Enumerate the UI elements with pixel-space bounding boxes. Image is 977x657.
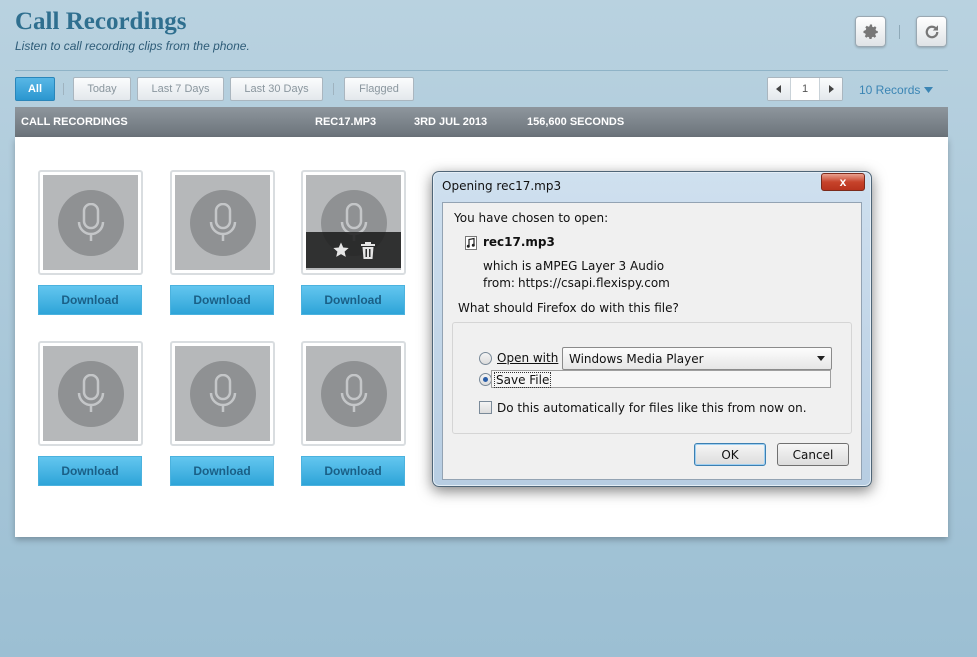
download-button[interactable]: Download [170, 456, 274, 486]
ok-button[interactable]: OK [694, 443, 766, 466]
recording-thumbnail [43, 175, 138, 270]
recording-card[interactable] [38, 341, 143, 446]
current-file-label: REC17.MP3 [315, 116, 377, 128]
download-button[interactable]: Download [170, 285, 274, 315]
download-button[interactable]: Download [38, 456, 142, 486]
refresh-button[interactable] [916, 16, 947, 47]
open-with-label[interactable]: Open with [497, 351, 558, 365]
cancel-button[interactable]: Cancel [777, 443, 849, 466]
header-rule [15, 70, 948, 71]
file-type-value: MPEG Layer 3 Audio [543, 259, 665, 273]
page-subtitle: Listen to call recording clips from the … [15, 39, 250, 53]
file-type-label: which is a: [483, 259, 547, 273]
dialog-filename: rec17.mp3 [483, 235, 555, 249]
star-icon[interactable] [332, 241, 350, 259]
dialog-body: You have chosen to open: rec17.mp3 which… [442, 202, 862, 480]
section-label: CALL RECORDINGS [21, 116, 128, 128]
recording-thumbnail [175, 175, 270, 270]
prev-page-button[interactable] [768, 78, 790, 100]
recording-card[interactable] [170, 170, 275, 275]
recording-card-hovered[interactable] [301, 170, 406, 275]
recording-card[interactable] [170, 341, 275, 446]
caret-down-icon [924, 87, 934, 93]
chevron-down-icon [817, 356, 825, 361]
file-source-label: from: [483, 276, 515, 290]
header-divider [899, 25, 900, 39]
microphone-icon [57, 360, 124, 427]
dialog-title: Opening rec17.mp3 [442, 179, 562, 193]
audio-file-icon [465, 236, 477, 250]
dialog-close-button[interactable]: x [821, 173, 865, 191]
auto-action-checkbox[interactable] [479, 401, 492, 414]
download-button[interactable]: Download [301, 285, 405, 315]
page-number[interactable]: 1 [790, 78, 820, 100]
file-source-value: https://csapi.flexispy.com [518, 276, 670, 290]
recording-card[interactable] [301, 341, 406, 446]
microphone-icon [189, 360, 256, 427]
open-with-radio[interactable] [479, 352, 492, 365]
card-action-overlay [306, 232, 401, 268]
auto-action-label[interactable]: Do this automatically for files like thi… [497, 401, 807, 415]
pager: 1 [767, 77, 843, 101]
recording-thumbnail [306, 175, 401, 270]
microphone-icon [57, 189, 124, 256]
table-header: CALL RECORDINGS REC17.MP3 3RD JUL 2013 1… [15, 107, 948, 137]
save-file-label: Save File [494, 372, 552, 388]
recording-thumbnail [43, 346, 138, 441]
filter-last-7-days-button[interactable]: Last 7 Days [137, 77, 224, 101]
filter-divider [63, 83, 64, 95]
download-button[interactable]: Download [301, 456, 405, 486]
application-select-value: Windows Media Player [569, 351, 704, 366]
dialog-intro: You have chosen to open: [454, 211, 609, 225]
close-icon: x [839, 175, 847, 189]
microphone-icon [320, 360, 387, 427]
application-select[interactable]: Windows Media Player [562, 347, 832, 370]
chevron-left-icon [776, 85, 781, 93]
next-page-button[interactable] [820, 78, 842, 100]
microphone-icon [189, 189, 256, 256]
chevron-right-icon [829, 85, 834, 93]
recording-card[interactable] [38, 170, 143, 275]
filter-all-button[interactable]: All [15, 77, 55, 101]
filter-today-button[interactable]: Today [73, 77, 131, 101]
current-date-label: 3RD JUL 2013 [414, 116, 488, 128]
current-duration-label: 156,600 SECONDS [527, 116, 625, 128]
recording-thumbnail [306, 346, 401, 441]
save-file-option[interactable]: Save File [491, 370, 831, 388]
records-label: 10 Records [859, 83, 921, 97]
file-open-dialog: Opening rec17.mp3 x You have chosen to o… [432, 171, 872, 487]
trash-icon[interactable] [360, 241, 376, 259]
recording-thumbnail [175, 346, 270, 441]
download-button[interactable]: Download [38, 285, 142, 315]
records-per-page-dropdown[interactable]: 10 Records [859, 83, 934, 97]
gear-icon [863, 24, 878, 39]
filter-flagged-button[interactable]: Flagged [344, 77, 414, 101]
refresh-icon [925, 24, 938, 38]
settings-button[interactable] [855, 16, 886, 47]
filter-divider [333, 83, 334, 95]
filter-last-30-days-button[interactable]: Last 30 Days [230, 77, 323, 101]
action-groupbox: Open with Windows Media Player Save File… [452, 322, 852, 434]
dialog-question: What should Firefox do with this file? [458, 301, 679, 315]
page-title: Call Recordings [15, 8, 187, 35]
